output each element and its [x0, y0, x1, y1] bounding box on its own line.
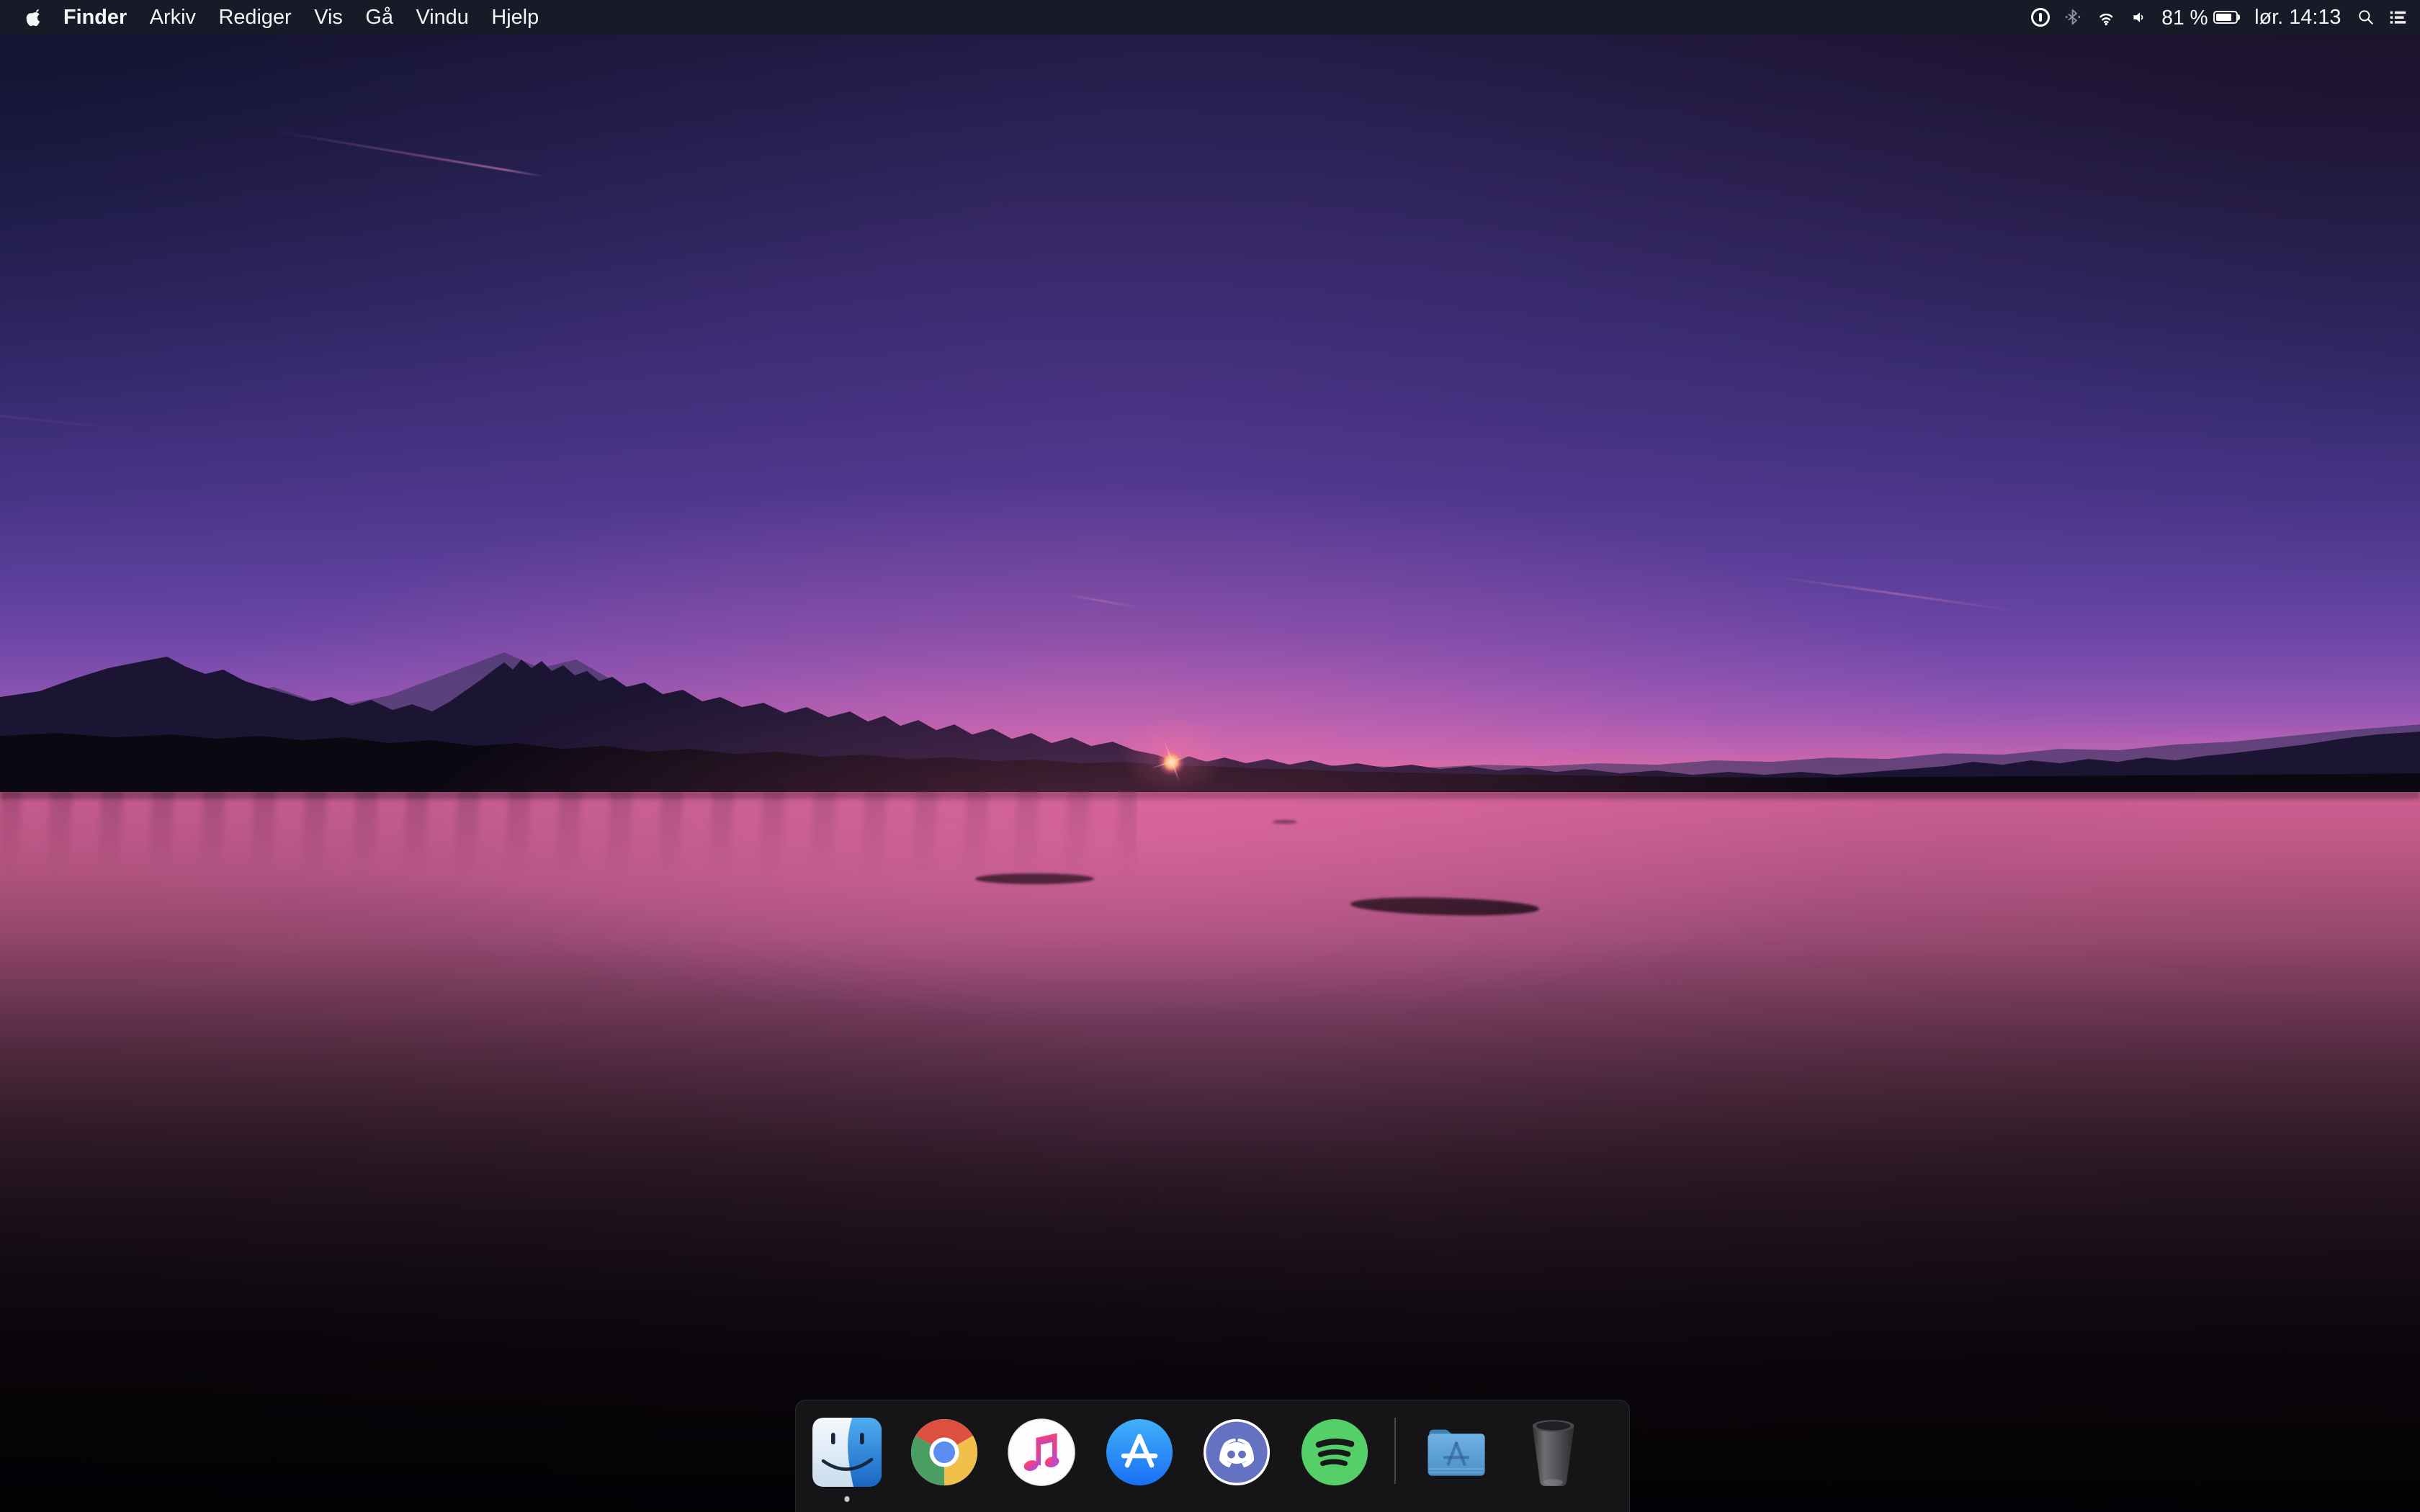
- bluetooth-icon[interactable]: [2064, 6, 2081, 28]
- menu-bar: Finder Arkiv Rediger Vis Gå Vindu Hjelp: [0, 0, 2420, 35]
- menu-item-vis[interactable]: Vis: [302, 0, 354, 35]
- menu-item-finder[interactable]: Finder: [52, 0, 138, 35]
- volume-icon[interactable]: [2130, 9, 2148, 26]
- battery-icon: [2213, 11, 2238, 23]
- sandbar: [975, 873, 1094, 884]
- dock-finder-icon[interactable]: [812, 1418, 882, 1487]
- menu-item-ga[interactable]: Gå: [354, 0, 405, 35]
- contrail: [273, 130, 545, 178]
- apple-menu[interactable]: [23, 6, 44, 29]
- dock-trash-icon[interactable]: [1519, 1418, 1588, 1487]
- setting-sun: [1158, 749, 1185, 775]
- battery-percent-label: 81 %: [2161, 6, 2208, 30]
- desktop: Finder Arkiv Rediger Vis Gå Vindu Hjelp: [0, 0, 2420, 1512]
- desktop-wallpaper: [0, 0, 2420, 1512]
- spotlight-search-icon[interactable]: [2357, 9, 2375, 26]
- wifi-icon[interactable]: [2096, 9, 2117, 26]
- sandbar: [1350, 895, 1540, 917]
- menu-item-hjelp[interactable]: Hjelp: [480, 0, 550, 35]
- dock-discord-icon[interactable]: [1202, 1418, 1271, 1487]
- menu-item-vindu[interactable]: Vindu: [405, 0, 480, 35]
- dock-applications-folder-icon[interactable]: [1422, 1418, 1491, 1487]
- dock-itunes-icon[interactable]: [1007, 1418, 1076, 1487]
- 1password-icon[interactable]: [2031, 8, 2050, 27]
- notification-list-icon[interactable]: [2388, 9, 2408, 26]
- contrail: [0, 412, 145, 432]
- sandbar: [1273, 820, 1297, 824]
- menu-item-arkiv[interactable]: Arkiv: [138, 0, 207, 35]
- contrail: [1767, 575, 2022, 613]
- finder-running-indicator: [844, 1496, 849, 1501]
- contrail: [1060, 593, 1142, 609]
- menu-bar-status: 81 % lør. 14:13: [2031, 0, 2420, 35]
- menu-item-rediger[interactable]: Rediger: [207, 0, 303, 35]
- apple-logo-icon: [23, 7, 44, 28]
- dock-chrome-icon[interactable]: [910, 1418, 979, 1487]
- dock: [795, 1400, 1630, 1512]
- battery-status[interactable]: 81 %: [2161, 6, 2238, 30]
- menu-bar-clock[interactable]: lør. 14:13: [2252, 6, 2344, 30]
- dock-spotify-icon[interactable]: [1300, 1418, 1369, 1487]
- dock-appstore-icon[interactable]: [1105, 1418, 1174, 1487]
- dock-separator: [1394, 1418, 1396, 1484]
- menu-bar-left: Finder Arkiv Rediger Vis Gå Vindu Hjelp: [0, 0, 550, 35]
- water-reflection: [0, 788, 1137, 876]
